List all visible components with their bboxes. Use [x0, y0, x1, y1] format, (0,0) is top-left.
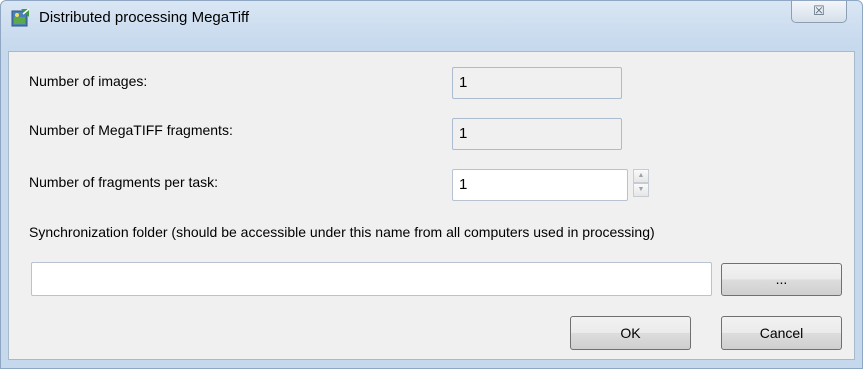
per-task-spinner[interactable]: ▲ ▼ [633, 169, 649, 197]
sync-folder-label: Synchronization folder (should be access… [29, 224, 655, 240]
images-field: 1 [452, 67, 622, 99]
close-icon: ☒ [813, 3, 825, 18]
app-icon [11, 8, 30, 27]
close-button[interactable]: ☒ [791, 1, 847, 23]
fragments-label: Number of MegaTIFF fragments: [29, 122, 233, 138]
window-title: Distributed processing MegaTiff [39, 9, 250, 26]
ok-button[interactable]: OK [570, 316, 691, 350]
sync-folder-input[interactable] [31, 262, 712, 296]
per-task-input[interactable]: 1 [452, 169, 628, 201]
cancel-button[interactable]: Cancel [721, 316, 842, 350]
images-label: Number of images: [29, 73, 148, 89]
fragments-field: 1 [452, 118, 622, 150]
browse-button[interactable]: ... [721, 263, 842, 296]
per-task-label: Number of fragments per task: [29, 174, 219, 190]
spin-up-icon[interactable]: ▲ [633, 169, 649, 183]
spin-down-icon[interactable]: ▼ [633, 183, 649, 197]
title-bar[interactable]: Distributed processing MegaTiff ☒ [1, 1, 862, 51]
dialog-window: Distributed processing MegaTiff ☒ Number… [0, 0, 863, 369]
dialog-body: Number of images: 1 Number of MegaTIFF f… [8, 51, 855, 360]
